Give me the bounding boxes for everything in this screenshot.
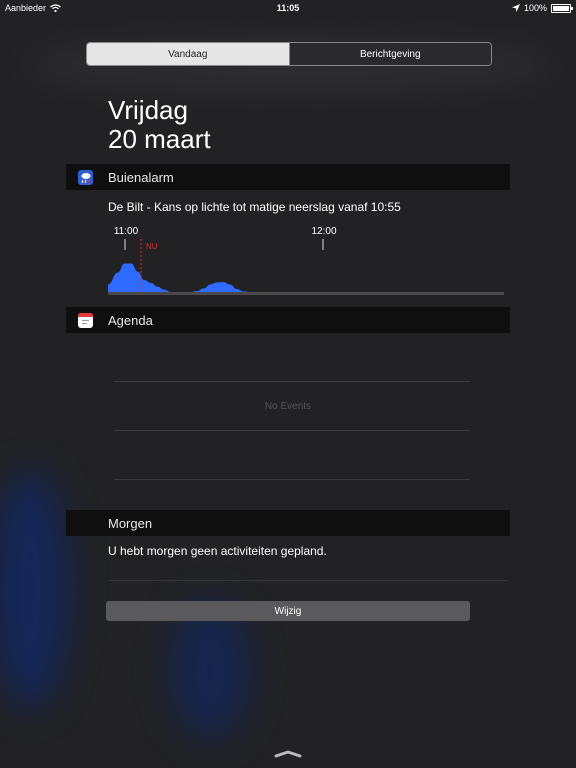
time-tick-label: 12:00 — [311, 226, 336, 237]
chart-baseline — [108, 292, 504, 295]
background-blue-blob — [0, 470, 70, 710]
edit-button[interactable]: Wijzig — [106, 601, 470, 621]
status-right: 100% — [511, 3, 573, 13]
calendar-icon — [78, 313, 93, 328]
rain-chart: 11:00 12:00 NU — [108, 226, 504, 295]
agenda-divider — [114, 479, 470, 480]
buienalarm-title: Buienalarm — [108, 169, 174, 185]
tab-berichtgeving[interactable]: Berichtgeving — [288, 43, 491, 65]
pull-handle-icon[interactable] — [274, 750, 302, 758]
morgen-message: U hebt morgen geen activiteiten gepland. — [108, 544, 327, 558]
buienalarm-header[interactable]: Buienalarm — [66, 164, 510, 190]
background-blue-blob — [170, 600, 250, 740]
rain-forecast-text: De Bilt - Kans op lichte tot matige neer… — [108, 200, 401, 214]
tab-vandaag[interactable]: Vandaag — [87, 43, 289, 65]
date-weekday: Vrijdag — [108, 95, 188, 125]
agenda-divider — [114, 381, 470, 382]
agenda-title: Agenda — [108, 312, 153, 328]
status-bar: Aanbieder 11:05 100% — [0, 0, 576, 16]
morgen-header: Morgen — [66, 510, 510, 536]
date-full: 20 maart — [108, 124, 211, 154]
battery-icon — [551, 3, 573, 13]
agenda-header[interactable]: Agenda — [66, 307, 510, 333]
rain-area — [108, 263, 504, 292]
agenda-divider — [114, 430, 470, 431]
buienalarm-icon — [78, 170, 93, 185]
view-segmented-control[interactable]: Vandaag Berichtgeving — [86, 42, 492, 66]
no-events-label: No Events — [264, 401, 312, 412]
time-tick-label: 11:00 — [114, 226, 139, 237]
section-divider — [108, 580, 508, 581]
agenda-body: No Events — [66, 334, 510, 510]
now-label: NU — [146, 242, 158, 251]
battery-percent: 100% — [523, 3, 547, 13]
location-arrow-icon — [511, 4, 520, 12]
morgen-title: Morgen — [108, 515, 153, 531]
clock: 11:05 — [276, 3, 300, 13]
